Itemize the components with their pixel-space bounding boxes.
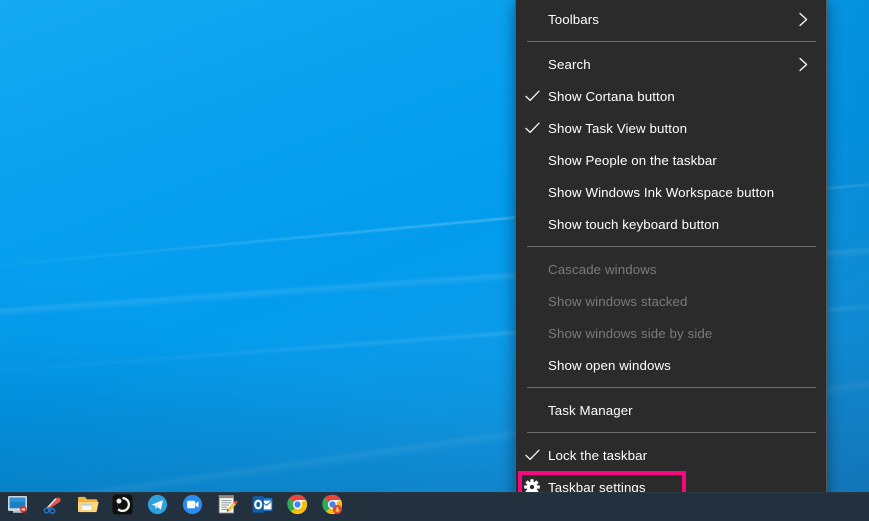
menu-item-label: Toolbars <box>548 11 600 27</box>
checkmark-icon <box>516 122 548 134</box>
google-chrome-icon <box>287 494 308 520</box>
menu-separator <box>527 432 816 433</box>
menu-item-label: Show windows side by side <box>548 325 713 341</box>
taskbar-snipping-tool-icon[interactable] <box>35 492 70 521</box>
menu-item-cascade-windows: Cascade windows <box>516 253 826 285</box>
taskbar-google-chrome-icon[interactable] <box>280 492 315 521</box>
checkmark-icon <box>516 449 548 461</box>
taskbar-notepad-icon[interactable] <box>210 492 245 521</box>
menu-item-label: Task Manager <box>548 402 633 418</box>
taskbar-file-explorer-icon[interactable] <box>70 492 105 521</box>
menu-item-show-cortana-button[interactable]: Show Cortana button <box>516 80 826 112</box>
google-chrome-beta-icon <box>322 494 343 520</box>
menu-item-show-windows-side-by-side: Show windows side by side <box>516 317 826 349</box>
menu-item-show-windows-ink-workspace-button[interactable]: Show Windows Ink Workspace button <box>516 176 826 208</box>
telegram-icon <box>147 494 168 520</box>
menu-item-search[interactable]: Search <box>516 48 826 80</box>
menu-item-task-manager[interactable]: Task Manager <box>516 394 826 426</box>
taskbar-obs-studio-icon[interactable] <box>105 492 140 521</box>
notepad-icon <box>217 494 238 520</box>
menu-item-label: Show Task View button <box>548 120 688 136</box>
zoom-icon <box>182 494 203 520</box>
taskbar-telegram-icon[interactable] <box>140 492 175 521</box>
menu-item-label: Show open windows <box>548 357 671 373</box>
taskbar-google-chrome-beta-icon[interactable] <box>315 492 350 521</box>
menu-separator <box>527 246 816 247</box>
file-explorer-icon <box>77 495 99 519</box>
menu-separator <box>527 387 816 388</box>
menu-item-label: Show Windows Ink Workspace button <box>548 184 775 200</box>
menu-item-label: Show windows stacked <box>548 293 688 309</box>
menu-item-show-people-on-the-taskbar[interactable]: Show People on the taskbar <box>516 144 826 176</box>
menu-separator <box>527 41 816 42</box>
obs-studio-icon <box>112 494 133 520</box>
menu-item-label: Show Cortana button <box>548 88 675 104</box>
show-desktop-peek-icon <box>7 494 28 520</box>
taskbar-zoom-icon[interactable] <box>175 492 210 521</box>
checkmark-icon <box>516 90 548 102</box>
menu-item-toolbars[interactable]: Toolbars <box>516 3 826 35</box>
chevron-right-icon <box>793 12 813 27</box>
menu-item-show-windows-stacked: Show windows stacked <box>516 285 826 317</box>
menu-item-label: Search <box>548 56 591 72</box>
chevron-right-icon <box>793 57 813 72</box>
taskbar-pinned-icons <box>0 492 350 521</box>
snipping-tool-icon <box>42 494 64 520</box>
taskbar-outlook-icon[interactable] <box>245 492 280 521</box>
menu-item-label: Lock the taskbar <box>548 447 648 463</box>
taskbar[interactable] <box>0 492 869 521</box>
screen: Toolbars Search Show Cortana button Show Ta… <box>0 0 869 521</box>
menu-item-label: Show People on the taskbar <box>548 152 717 168</box>
outlook-icon <box>252 494 273 520</box>
menu-item-show-task-view-button[interactable]: Show Task View button <box>516 112 826 144</box>
menu-item-show-open-windows[interactable]: Show open windows <box>516 349 826 381</box>
taskbar-context-menu[interactable]: Toolbars Search Show Cortana button Show Ta… <box>515 0 827 510</box>
menu-item-label: Cascade windows <box>548 261 657 277</box>
taskbar-show-desktop-peek-icon[interactable] <box>0 492 35 521</box>
menu-item-lock-the-taskbar[interactable]: Lock the taskbar <box>516 439 826 471</box>
menu-item-show-touch-keyboard-button[interactable]: Show touch keyboard button <box>516 208 826 240</box>
menu-item-label: Show touch keyboard button <box>548 216 720 232</box>
